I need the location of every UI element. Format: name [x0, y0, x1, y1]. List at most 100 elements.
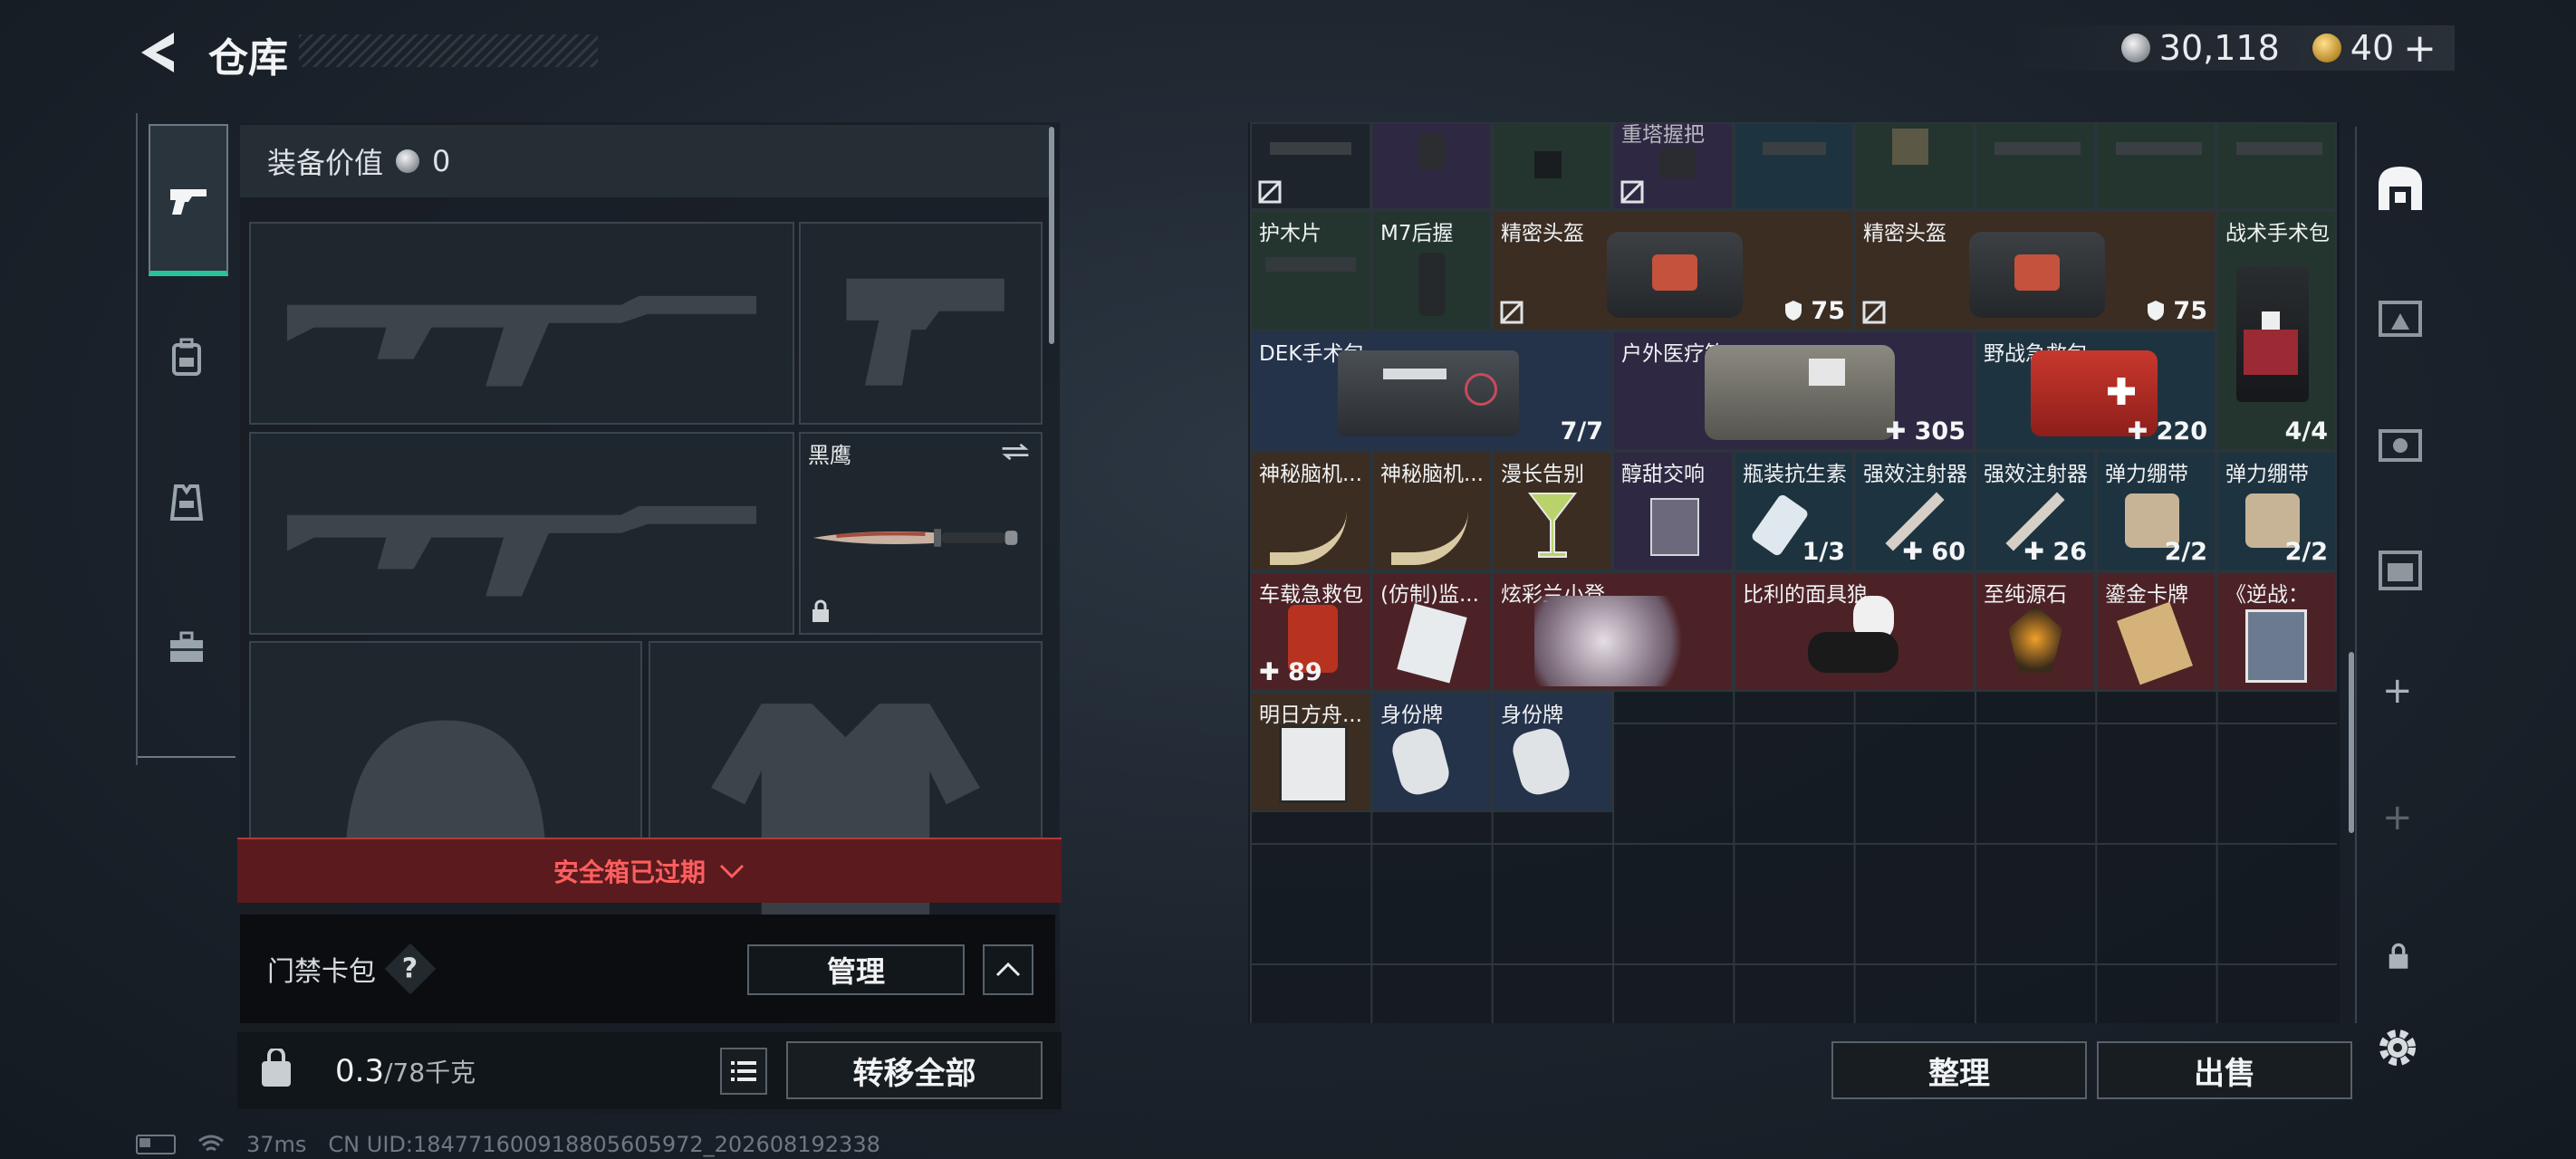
item-image	[1994, 142, 2081, 155]
stash-page-4-icon[interactable]	[2375, 417, 2426, 467]
pistol-icon	[170, 189, 207, 215]
stash-page-5-icon[interactable]	[2375, 543, 2426, 594]
tab-backpack[interactable]	[149, 285, 225, 430]
swap-icon[interactable]	[999, 441, 1032, 463]
stash-item[interactable]: 神秘脑机...	[1250, 451, 1371, 571]
item-label: 漫长告别	[1501, 463, 1584, 486]
help-icon[interactable]: ?	[384, 943, 437, 995]
stash-item[interactable]	[1734, 122, 1854, 210]
item-image	[1650, 498, 1699, 556]
add-page-button-disabled[interactable]: +	[2382, 797, 2413, 838]
stash-item[interactable]	[2216, 122, 2337, 210]
stash-item[interactable]	[1250, 122, 1371, 210]
item-label: 强效注射器	[1863, 463, 1967, 486]
loadout-scrollbar[interactable]	[1049, 127, 1054, 344]
stash-item[interactable]: 野战急救包 ✚ 220	[1975, 330, 2216, 451]
weight-value: 0.3	[335, 1053, 385, 1089]
toolbox-icon	[170, 631, 203, 662]
item-label: 《逆战：	[2225, 583, 2309, 607]
stash-item[interactable]: 强效注射器 ✚ 26	[1975, 451, 2096, 571]
helmet-slot[interactable]	[249, 641, 642, 871]
sidearm-slot[interactable]	[799, 222, 1043, 425]
chevron-up-icon	[995, 962, 1021, 977]
stash-scrollbar[interactable]	[2349, 652, 2354, 833]
transfer-all-button[interactable]: 转移全部	[786, 1041, 1043, 1099]
tab-vest[interactable]	[149, 430, 225, 575]
stash-item[interactable]: 精密头盔 75	[1854, 210, 2216, 330]
tab-toolbox[interactable]	[149, 575, 225, 720]
stash-item[interactable]	[1492, 122, 1612, 210]
item-image	[2245, 609, 2307, 683]
tab-weapons[interactable]	[149, 124, 228, 276]
battery-icon	[136, 1135, 176, 1154]
add-currency-button[interactable]: +	[2403, 25, 2437, 72]
stash-item[interactable]	[1371, 122, 1492, 210]
collapse-button[interactable]	[983, 944, 1033, 995]
item-image	[1418, 133, 1446, 169]
item-label: 神秘脑机...	[1259, 463, 1362, 486]
item-image	[1270, 142, 1351, 155]
stash-item[interactable]: 护木片	[1250, 210, 1371, 330]
stash-item[interactable]	[2096, 122, 2216, 210]
stash-item[interactable]: 户外医疗箱 ✚ 305	[1612, 330, 1975, 451]
stash-item[interactable]: 弹力绷带 2/2	[2216, 451, 2337, 571]
gold-amount: 40	[2350, 28, 2395, 68]
stash-item[interactable]: 身份牌	[1492, 692, 1612, 812]
knife-image	[812, 529, 1018, 547]
stash-item[interactable]: 战术手术包 4/4	[2216, 210, 2337, 451]
stash-item[interactable]: 比利的面具狼	[1734, 571, 1975, 692]
item-image	[2008, 605, 2062, 673]
vest-icon	[169, 484, 204, 521]
list-view-button[interactable]	[720, 1048, 767, 1095]
stash-item[interactable]: 《逆战：	[2216, 571, 2337, 692]
stash-item[interactable]	[1854, 122, 1975, 210]
melee-slot[interactable]: 黑鹰	[799, 432, 1043, 635]
back-button[interactable]	[136, 27, 181, 78]
item-image	[1418, 253, 1446, 316]
armor-slot[interactable]	[649, 641, 1043, 923]
chevron-down-icon	[719, 864, 745, 879]
stash-item[interactable]: 精密头盔 75	[1492, 210, 1854, 330]
stash-item[interactable]: 醇甜交响	[1612, 451, 1734, 571]
stash-item[interactable]: 至纯源石	[1975, 571, 2096, 692]
item-label: 弹力绷带	[2225, 463, 2309, 486]
stash-item[interactable]: 漫长告别	[1492, 451, 1612, 571]
stash-item[interactable]: 明日方舟...	[1250, 692, 1371, 812]
stash-item[interactable]: 炫彩兰小登	[1492, 571, 1734, 692]
stash-item[interactable]	[1975, 122, 2096, 210]
item-label: 战术手术包	[2225, 222, 2330, 245]
bag-weight-icon	[262, 1049, 291, 1087]
item-image	[1391, 503, 1468, 565]
stash-item[interactable]: 重塔握把	[1612, 122, 1734, 210]
item-count: ✚ 60	[1902, 538, 1966, 566]
secondary-weapon-slot[interactable]	[249, 432, 794, 635]
item-label: (仿制)监...	[1380, 583, 1479, 607]
stash-item[interactable]: 鎏金卡牌	[2096, 571, 2216, 692]
primary-weapon-slot[interactable]	[249, 222, 794, 425]
item-label: 醇甜交响	[1621, 463, 1705, 486]
stash-item[interactable]: 瓶装抗生素 1/3	[1734, 451, 1854, 571]
item-label: 弹力绷带	[2105, 463, 2188, 486]
stash-item[interactable]: DEK手术包 7/7	[1250, 330, 1612, 451]
stash-home-icon[interactable]	[2375, 163, 2426, 214]
manage-button[interactable]: 管理	[747, 944, 965, 995]
stash-item[interactable]: 神秘脑机...	[1371, 451, 1492, 571]
stash-item[interactable]: 身份牌	[1371, 692, 1492, 812]
add-page-button[interactable]: +	[2382, 670, 2413, 712]
stash-item[interactable]: 强效注射器 ✚ 60	[1854, 451, 1975, 571]
stash-item[interactable]: (仿制)监...	[1371, 571, 1492, 692]
item-image	[1790, 596, 1917, 686]
stash-item[interactable]: 弹力绷带 2/2	[2096, 451, 2216, 571]
item-label: 精密头盔	[1863, 222, 1946, 245]
sell-button[interactable]: 出售	[2097, 1041, 2352, 1099]
backpack-icon	[172, 338, 201, 376]
safebox-expired-banner[interactable]: 安全箱已过期	[237, 838, 1062, 903]
stash-page-3-icon[interactable]	[2375, 290, 2426, 340]
stash-item[interactable]: M7后握	[1371, 210, 1492, 330]
item-image	[2236, 266, 2309, 402]
item-image	[1338, 350, 1519, 436]
item-label: 明日方舟...	[1259, 704, 1362, 727]
settings-gear-icon[interactable]	[2373, 1023, 2422, 1072]
stash-item[interactable]: 车载急救包 ✚ 89	[1250, 571, 1371, 692]
tidy-button[interactable]: 整理	[1831, 1041, 2087, 1099]
